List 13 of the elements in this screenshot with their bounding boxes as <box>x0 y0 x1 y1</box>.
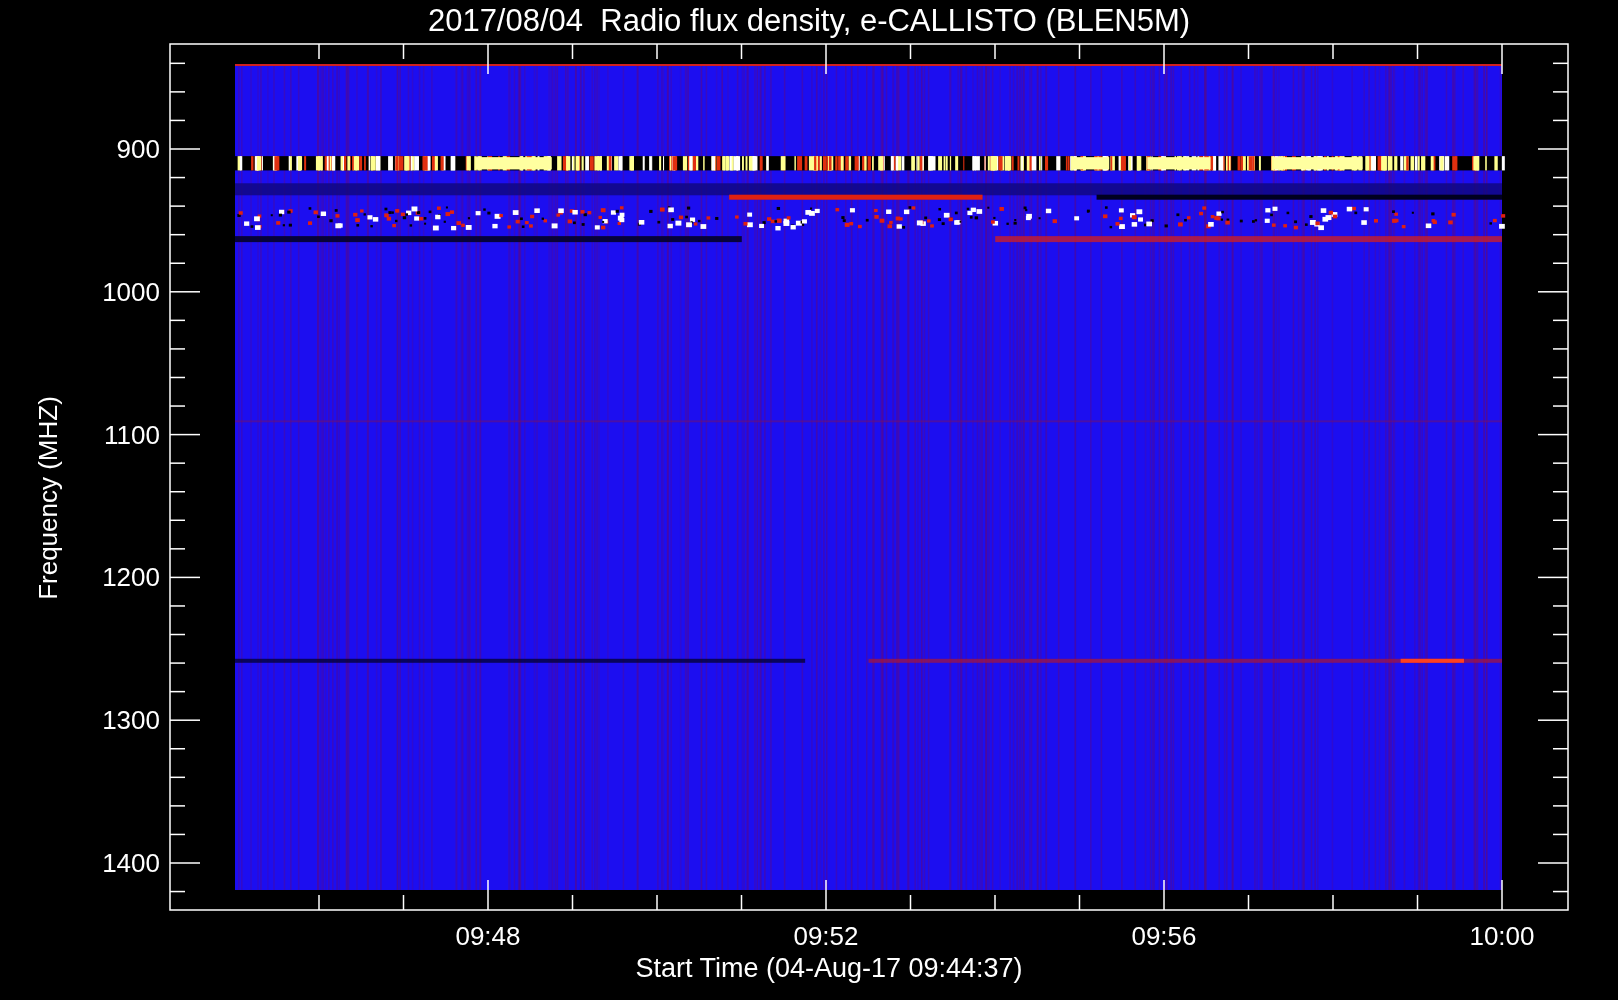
x-tick-label: 10:00 <box>1469 921 1535 951</box>
y-tick-label: 1200 <box>102 562 160 593</box>
x-tick-label: 09:56 <box>1131 921 1197 951</box>
y-axis-label: Frequency (MHZ) <box>34 395 61 600</box>
y-tick-label: 900 <box>116 134 160 164</box>
y-tick-label: 1100 <box>104 419 160 450</box>
y-tick-label: 1300 <box>102 705 160 736</box>
x-tick-label: 09:48 <box>455 921 521 951</box>
x-tick-label: 09:52 <box>793 921 859 951</box>
y-tick-label: 1400 <box>102 848 160 878</box>
x-axis-label: Start Time (04-Aug-17 09:44:37) <box>635 955 1023 982</box>
y-tick-label: 1000 <box>102 276 160 307</box>
plot-title: 2017/08/04 Radio flux density, e-CALLISTO (BLEN5M) <box>427 4 1191 36</box>
